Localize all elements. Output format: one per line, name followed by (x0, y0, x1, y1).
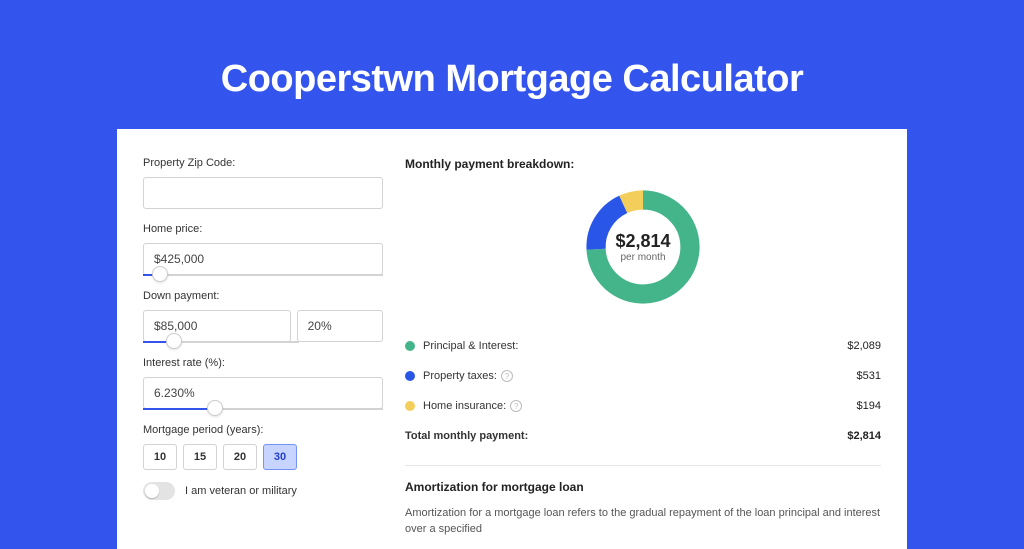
legend-row: Property taxes:?$531 (405, 361, 881, 391)
veteran-row: I am veteran or military (143, 482, 383, 500)
breakdown-column: Monthly payment breakdown: $2,814 per mo… (405, 157, 881, 521)
legend-label: Property taxes:? (423, 370, 857, 382)
legend-value: $531 (857, 370, 881, 382)
period-button-30[interactable]: 30 (263, 444, 297, 470)
veteran-toggle-knob (145, 484, 159, 498)
legend-dot (405, 341, 415, 351)
info-icon[interactable]: ? (510, 400, 522, 412)
donut-sub: per month (620, 252, 665, 263)
legend-total-row: Total monthly payment:$2,814 (405, 421, 881, 451)
interest-slider-fill (143, 408, 215, 410)
amortization-body: Amortization for a mortgage loan refers … (405, 506, 881, 537)
down-payment-field-group: Down payment: (143, 290, 383, 343)
legend-dot (405, 371, 415, 381)
home-price-slider[interactable] (143, 274, 383, 276)
legend-row: Home insurance:?$194 (405, 391, 881, 421)
period-button-20[interactable]: 20 (223, 444, 257, 470)
legend-value: $2,089 (847, 340, 881, 352)
donut-wrap: $2,814 per month (405, 185, 881, 309)
total-value: $2,814 (847, 430, 881, 442)
period-label: Mortgage period (years): (143, 424, 383, 436)
total-label: Total monthly payment: (405, 430, 847, 442)
donut-chart: $2,814 per month (581, 185, 705, 309)
amortization-title: Amortization for mortgage loan (405, 480, 881, 494)
down-payment-slider[interactable] (143, 341, 299, 343)
interest-input[interactable] (143, 377, 383, 409)
period-button-10[interactable]: 10 (143, 444, 177, 470)
legend-label: Principal & Interest: (423, 340, 847, 352)
interest-label: Interest rate (%): (143, 357, 383, 369)
zip-label: Property Zip Code: (143, 157, 383, 169)
info-icon[interactable]: ? (501, 370, 513, 382)
home-price-input[interactable] (143, 243, 383, 275)
legend-label: Home insurance:? (423, 400, 857, 412)
home-price-slider-thumb[interactable] (152, 266, 168, 282)
legend-row: Principal & Interest:$2,089 (405, 331, 881, 361)
zip-input[interactable] (143, 177, 383, 209)
period-button-15[interactable]: 15 (183, 444, 217, 470)
legend: Principal & Interest:$2,089Property taxe… (405, 331, 881, 451)
calculator-card: Property Zip Code: Home price: Down paym… (117, 129, 907, 549)
form-column: Property Zip Code: Home price: Down paym… (143, 157, 383, 521)
page-title: Cooperstwn Mortgage Calculator (0, 0, 1024, 129)
interest-slider[interactable] (143, 408, 383, 410)
zip-field-group: Property Zip Code: (143, 157, 383, 209)
down-payment-label: Down payment: (143, 290, 383, 302)
legend-dot (405, 401, 415, 411)
breakdown-title: Monthly payment breakdown: (405, 157, 881, 171)
donut-amount: $2,814 (615, 231, 670, 252)
down-payment-amount-input[interactable] (143, 310, 291, 342)
period-field-group: Mortgage period (years): 10152030 (143, 424, 383, 470)
veteran-label: I am veteran or military (185, 485, 297, 497)
interest-field-group: Interest rate (%): (143, 357, 383, 410)
donut-center: $2,814 per month (581, 185, 705, 309)
veteran-toggle[interactable] (143, 482, 175, 500)
down-payment-percent-input[interactable] (297, 310, 383, 342)
down-payment-slider-thumb[interactable] (166, 333, 182, 349)
amortization-section: Amortization for mortgage loan Amortizat… (405, 465, 881, 537)
interest-slider-thumb[interactable] (207, 400, 223, 416)
home-price-field-group: Home price: (143, 223, 383, 276)
home-price-label: Home price: (143, 223, 383, 235)
legend-value: $194 (857, 400, 881, 412)
